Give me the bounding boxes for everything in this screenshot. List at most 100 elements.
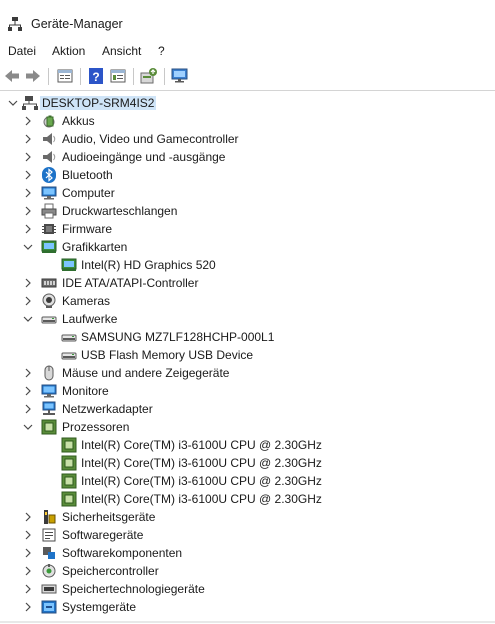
- tree-category[interactable]: Mäuse und andere Zeigegeräte: [0, 364, 495, 382]
- chevron-down-icon[interactable]: [8, 97, 18, 109]
- title-bar: Geräte-Manager: [0, 0, 495, 44]
- tree-category[interactable]: Grafikkarten: [0, 238, 495, 256]
- tree-category[interactable]: Audioeingänge und -ausgänge: [0, 148, 495, 166]
- chevron-right-icon[interactable]: [23, 205, 33, 217]
- category-label: IDE ATA/ATAPI-Controller: [62, 276, 199, 290]
- device-label: Intel(R) HD Graphics 520: [81, 258, 216, 272]
- tree-category[interactable]: Audio, Video und Gamecontroller: [0, 130, 495, 148]
- tree-category[interactable]: Kameras: [0, 292, 495, 310]
- chevron-right-icon[interactable]: [23, 583, 33, 595]
- forward-icon[interactable]: [24, 67, 42, 85]
- drive-icon: [41, 316, 57, 324]
- storage-controller-icon: [42, 564, 56, 578]
- device-label: Intel(R) Core(TM) i3-6100U CPU @ 2.30GHz: [81, 438, 322, 452]
- printer-icon: [41, 203, 57, 219]
- update-driver-icon[interactable]: [140, 67, 158, 85]
- display-adapter-icon: [61, 258, 77, 271]
- chevron-right-icon[interactable]: [23, 223, 33, 235]
- tree-category[interactable]: Firmware: [0, 220, 495, 238]
- view-icon[interactable]: [109, 67, 127, 85]
- tree-device[interactable]: Intel(R) Core(TM) i3-6100U CPU @ 2.30GHz: [0, 436, 495, 454]
- display-adapter-icon: [41, 240, 57, 253]
- tree-category[interactable]: IDE ATA/ATAPI-Controller: [0, 274, 495, 292]
- category-label: Bluetooth: [62, 168, 113, 182]
- tree-device[interactable]: USB Flash Memory USB Device: [0, 346, 495, 364]
- chevron-right-icon[interactable]: [23, 565, 33, 577]
- chevron-down-icon[interactable]: [23, 313, 33, 325]
- svg-text:?: ?: [92, 70, 99, 84]
- chevron-right-icon[interactable]: [23, 511, 33, 523]
- menu-help[interactable]: ?: [158, 44, 165, 59]
- tree-category[interactable]: Prozessoren: [0, 418, 495, 436]
- menu-datei[interactable]: Datei: [8, 44, 36, 59]
- tree-category[interactable]: Laufwerke: [0, 310, 495, 328]
- category-label: Computer: [62, 186, 115, 200]
- help-icon[interactable]: ?: [87, 67, 105, 85]
- processor-icon: [61, 473, 77, 489]
- chevron-right-icon[interactable]: [23, 547, 33, 559]
- chevron-right-icon[interactable]: [23, 367, 33, 379]
- bluetooth-icon: [42, 167, 56, 183]
- system-device-icon: [41, 600, 57, 614]
- tree-category[interactable]: Softwarekomponenten: [0, 544, 495, 562]
- monitor-icon: [41, 384, 57, 398]
- camera-icon: [42, 293, 56, 308]
- tree-device[interactable]: Intel(R) Core(TM) i3-6100U CPU @ 2.30GHz: [0, 454, 495, 472]
- root-label: DESKTOP-SRM4IS2: [40, 96, 157, 110]
- chevron-right-icon[interactable]: [23, 403, 33, 415]
- tree-device[interactable]: Intel(R) Core(TM) i3-6100U CPU @ 2.30GHz: [0, 490, 495, 508]
- chevron-down-icon[interactable]: [23, 241, 33, 253]
- chevron-down-icon[interactable]: [23, 421, 33, 433]
- chevron-right-icon[interactable]: [23, 169, 33, 181]
- chevron-right-icon[interactable]: [23, 115, 33, 127]
- device-label: Intel(R) Core(TM) i3-6100U CPU @ 2.30GHz: [81, 492, 322, 506]
- chevron-right-icon[interactable]: [23, 151, 33, 163]
- menu-aktion[interactable]: Aktion: [52, 44, 85, 59]
- mouse-icon: [44, 365, 54, 381]
- chevron-right-icon[interactable]: [23, 277, 33, 289]
- processor-icon: [61, 491, 77, 507]
- tree-category[interactable]: Sicherheitsgeräte: [0, 508, 495, 526]
- tree-category[interactable]: Netzwerkadapter: [0, 400, 495, 418]
- device-label: Intel(R) Core(TM) i3-6100U CPU @ 2.30GHz: [81, 474, 322, 488]
- category-label: Speichertechnologiegeräte: [62, 582, 205, 596]
- chevron-right-icon[interactable]: [23, 295, 33, 307]
- chip-icon: [42, 224, 56, 234]
- category-label: Monitore: [62, 384, 109, 398]
- scan-hardware-icon[interactable]: [171, 67, 189, 85]
- category-label: Kameras: [62, 294, 111, 308]
- software-component-icon: [43, 547, 55, 559]
- properties-icon[interactable]: [56, 67, 74, 85]
- menu-bar: Datei Aktion Ansicht ?: [0, 44, 495, 63]
- tree-category[interactable]: Bluetooth: [0, 166, 495, 184]
- category-label: Laufwerke: [62, 312, 118, 326]
- speaker-icon: [43, 151, 56, 163]
- tree-device[interactable]: Intel(R) HD Graphics 520: [0, 256, 495, 274]
- storage-tech-icon: [41, 584, 57, 594]
- tree-category[interactable]: Monitore: [0, 382, 495, 400]
- device-label: SAMSUNG MZ7LF128HCHP-000L1: [81, 330, 275, 344]
- tree-category[interactable]: Akkus: [0, 112, 495, 130]
- tree-category[interactable]: Speichertechnologiegeräte: [0, 580, 495, 598]
- chevron-right-icon[interactable]: [23, 187, 33, 199]
- menu-ansicht[interactable]: Ansicht: [102, 44, 141, 59]
- chevron-right-icon[interactable]: [23, 529, 33, 541]
- back-icon[interactable]: [3, 67, 21, 85]
- chevron-right-icon[interactable]: [23, 385, 33, 397]
- toolbar-separator: [164, 68, 165, 85]
- processor-icon: [61, 437, 77, 453]
- tree-category[interactable]: Druckwarteschlangen: [0, 202, 495, 220]
- tree-category[interactable]: Speichercontroller: [0, 562, 495, 580]
- tree-device[interactable]: SAMSUNG MZ7LF128HCHP-000L1: [0, 328, 495, 346]
- tree-category[interactable]: Softwaregeräte: [0, 526, 495, 544]
- category-label: Akkus: [62, 114, 95, 128]
- software-device-icon: [42, 528, 56, 542]
- tree-device[interactable]: Intel(R) Core(TM) i3-6100U CPU @ 2.30GHz: [0, 472, 495, 490]
- tree-root[interactable]: DESKTOP-SRM4IS2: [0, 94, 495, 112]
- chevron-right-icon[interactable]: [23, 601, 33, 613]
- tree-category[interactable]: Systemgeräte: [0, 598, 495, 616]
- category-label: Firmware: [62, 222, 112, 236]
- tree-category[interactable]: Computer: [0, 184, 495, 202]
- chevron-right-icon[interactable]: [23, 133, 33, 145]
- drive-icon: [61, 334, 77, 342]
